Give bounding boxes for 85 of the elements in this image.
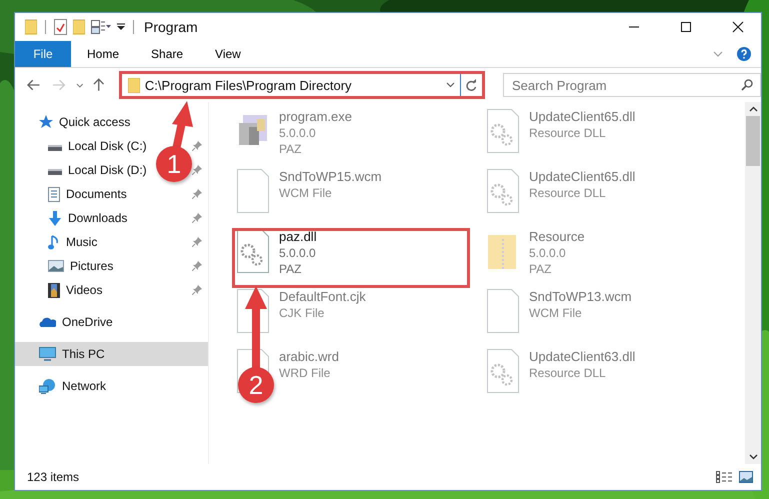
up-arrow-icon[interactable] [93, 78, 105, 92]
close-icon [732, 21, 744, 33]
folder-icon [128, 78, 140, 92]
file-detail: PAZ [279, 141, 302, 157]
file-name[interactable]: DefaultFont.cjk [279, 289, 366, 305]
sidebar-item[interactable]: Pictures [70, 259, 114, 273]
ribbon-tab[interactable]: Home [71, 41, 136, 67]
sidebar-item[interactable]: OneDrive [62, 315, 113, 329]
help-icon[interactable] [737, 47, 751, 61]
file-detail: Resource DLL [529, 125, 607, 141]
sidebar-item[interactable]: Local Disk (D:) [68, 163, 147, 177]
large-icons-view-icon[interactable] [739, 471, 753, 483]
window-title: Program [144, 19, 198, 35]
pin-icon[interactable] [192, 189, 202, 199]
music-note-icon [48, 234, 60, 250]
dropdown-icon[interactable] [76, 82, 84, 88]
monitor-icon [39, 347, 56, 361]
maximize-icon [680, 21, 692, 33]
sidebar-item[interactable]: Network [62, 379, 106, 393]
sidebar-item[interactable]: Downloads [68, 211, 128, 225]
file-name[interactable]: SndToWP13.wcm [529, 289, 632, 305]
file-name[interactable]: SndToWP15.wcm [279, 169, 382, 185]
file-name[interactable]: UpdateClient65.dll [529, 169, 636, 185]
sidebar-item[interactable]: Music [66, 235, 98, 249]
file-name[interactable]: arabic.wrd [279, 349, 339, 365]
cloud-icon [39, 317, 56, 327]
network-icon [39, 378, 56, 394]
settings-file-icon [235, 229, 271, 273]
sidebar-item[interactable]: Documents [66, 187, 127, 201]
file-detail: WCM File [529, 305, 583, 321]
scroll-up-icon[interactable] [748, 106, 758, 112]
file-name[interactable]: Resource [529, 229, 585, 245]
expand-icon[interactable] [713, 51, 723, 57]
search-field[interactable]: Search Program [502, 73, 761, 97]
pin-icon[interactable] [192, 261, 202, 271]
settings-file-icon [485, 169, 521, 213]
download-icon [48, 210, 62, 226]
file-detail: PAZ [279, 261, 302, 277]
ribbon-tab[interactable]: File [15, 41, 71, 67]
file-detail: PAZ [529, 261, 552, 277]
details-view-icon[interactable] [716, 471, 733, 483]
file-detail: 5.0.0.0 [279, 245, 317, 261]
star-icon [39, 115, 53, 129]
settings-file-icon [485, 349, 521, 393]
properties-icon[interactable] [54, 19, 67, 35]
scrollbar[interactable] [745, 102, 761, 464]
pin-icon[interactable] [192, 285, 202, 295]
file-name[interactable]: paz.dll [279, 229, 317, 245]
file-name[interactable]: UpdateClient63.dll [529, 349, 636, 365]
file-detail: Resource DLL [529, 365, 607, 381]
search-icon [740, 79, 753, 91]
file-name[interactable]: program.exe [279, 109, 352, 125]
document-icon [48, 186, 60, 202]
address-path: C:\Program Files\Program Directory [144, 78, 353, 92]
ribbon-tab[interactable]: View [199, 41, 257, 67]
customize-icon[interactable] [117, 23, 125, 31]
pictures-icon [48, 260, 64, 272]
file-detail: WCM File [279, 185, 333, 201]
file-name[interactable]: UpdateClient65.dll [529, 109, 636, 125]
file-detail: Resource DLL [529, 185, 607, 201]
file-detail: WRD File [279, 365, 332, 381]
view-icon[interactable] [91, 20, 111, 34]
address-bar[interactable]: C:\Program Files\Program Directory [118, 71, 485, 99]
sidebar-item[interactable]: Videos [66, 283, 102, 297]
pin-icon[interactable] [192, 141, 202, 151]
sidebar-item[interactable]: This PC [15, 342, 208, 366]
scroll-down-icon[interactable] [748, 454, 758, 460]
item-count: 123 items [27, 470, 80, 484]
scroll-thumb[interactable] [746, 116, 760, 166]
ribbon-tab[interactable]: Share [135, 41, 200, 67]
sidebar-item[interactable]: Local Disk (C:) [68, 139, 147, 153]
film-icon [48, 282, 60, 298]
refresh-icon [465, 78, 478, 92]
file-detail: 5.0.0.0 [529, 245, 567, 261]
pin-icon[interactable] [192, 213, 202, 223]
back-arrow-icon[interactable] [27, 79, 40, 91]
pin-icon[interactable] [192, 237, 202, 247]
pin-icon[interactable] [192, 165, 202, 175]
file-detail: CJK File [279, 305, 326, 321]
settings-file-icon [485, 109, 521, 153]
file-icon [485, 289, 521, 333]
file-detail: 5.0.0.0 [279, 125, 317, 141]
sidebar-item[interactable]: Quick access [59, 115, 130, 129]
dropdown-icon[interactable] [446, 82, 455, 88]
file-icon [235, 169, 271, 213]
